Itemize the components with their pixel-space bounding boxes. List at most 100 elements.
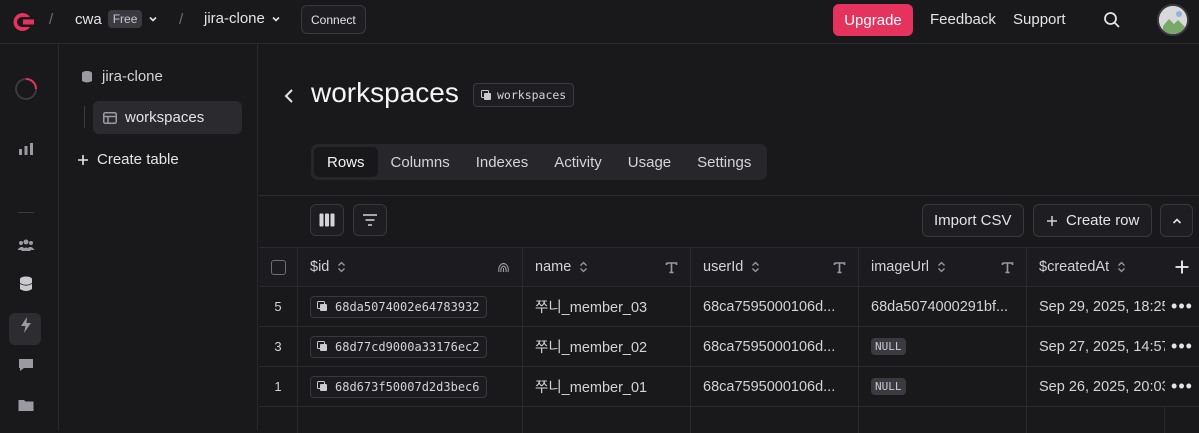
empty-cell (691, 407, 859, 433)
imageurl-cell[interactable]: NULL (859, 367, 1027, 406)
tree-database-item[interactable]: jira-clone (80, 68, 163, 85)
tab-columns[interactable]: Columns (378, 147, 463, 177)
add-column-button[interactable] (1165, 248, 1199, 286)
avatar[interactable] (1157, 4, 1189, 36)
row-id-chip[interactable]: 68da5074002e64783932 (310, 295, 487, 318)
org-name: cwa (75, 10, 102, 28)
column-header-name[interactable]: name (523, 248, 691, 286)
project-selector[interactable]: jira-clone (204, 10, 281, 27)
tab-rows[interactable]: Rows (314, 147, 378, 177)
search-icon[interactable] (1103, 11, 1121, 29)
row-menu-button[interactable]: ••• (1165, 367, 1199, 406)
table-row[interactable]: 1 68d673f50007d2d3bec6 쭈니_member_01 68ca… (259, 367, 1199, 407)
imageurl-cell[interactable]: 68da5074000291bf... (859, 287, 1027, 326)
row-number: 3 (259, 327, 298, 366)
column-header-imageurl[interactable]: imageUrl (859, 248, 1027, 286)
empty-cell (859, 407, 1027, 433)
create-row-button[interactable]: Create row (1033, 204, 1153, 237)
column-header-label: $id (310, 259, 330, 275)
text-type-icon (833, 262, 846, 274)
support-link[interactable]: Support (1013, 11, 1066, 28)
create-table-label: Create table (97, 151, 179, 168)
tree-table-item-workspaces[interactable]: workspaces (93, 101, 242, 134)
table-id-text: workspaces (497, 88, 567, 102)
chevron-left-icon[interactable] (282, 87, 296, 105)
sort-icon[interactable] (1117, 261, 1126, 273)
table-row[interactable]: 5 68da5074002e64783932 쭈니_member_03 68ca… (259, 287, 1199, 327)
loading-spinner-icon (15, 78, 37, 100)
folder-icon[interactable] (17, 396, 35, 414)
plus-icon (1047, 215, 1057, 226)
breadcrumb-separator: / (179, 11, 184, 28)
sort-icon[interactable] (751, 261, 760, 273)
copy-icon (317, 381, 327, 391)
userid-cell[interactable]: 68ca7595000106d... (691, 327, 859, 366)
row-number: 5 (259, 287, 298, 326)
rail-divider (18, 212, 34, 213)
create-row-label: Create row (1066, 212, 1140, 229)
appwrite-logo-icon[interactable] (8, 8, 36, 36)
sort-icon[interactable] (579, 261, 588, 273)
columns-icon (319, 213, 335, 227)
name-cell[interactable]: 쭈니_member_03 (523, 287, 691, 326)
project-name: jira-clone (204, 10, 265, 27)
tab-indexes[interactable]: Indexes (463, 147, 542, 177)
sort-icon[interactable] (337, 261, 346, 273)
sort-icon[interactable] (937, 261, 946, 273)
top-bar: / cwa Free / jira-clone Connect Upgrade … (0, 0, 1199, 44)
name-cell[interactable]: 쭈니_member_01 (523, 367, 691, 406)
avatar-image-icon (1159, 6, 1187, 34)
database-icon (82, 70, 92, 82)
feedback-link[interactable]: Feedback (930, 11, 996, 28)
database-icon[interactable] (17, 275, 35, 293)
chevron-down-icon (149, 16, 157, 22)
columns-view-button[interactable] (310, 204, 344, 236)
chart-bar-icon[interactable] (17, 140, 35, 158)
empty-row (259, 407, 1199, 433)
filter-button[interactable] (353, 204, 387, 236)
collapse-button[interactable] (1160, 204, 1193, 237)
row-id-chip[interactable]: 68d77cd9000a33176ec2 (310, 335, 487, 358)
row-id-chip[interactable]: 68d673f50007d2d3bec6 (310, 375, 487, 398)
import-csv-button[interactable]: Import CSV (922, 204, 1024, 237)
create-table-button[interactable]: Create table (77, 151, 179, 168)
id-cell: 68d673f50007d2d3bec6 (298, 367, 523, 406)
bolt-icon[interactable] (17, 316, 35, 334)
null-badge: NULL (871, 378, 906, 395)
id-cell: 68da5074002e64783932 (298, 287, 523, 326)
table-id-chip[interactable]: workspaces (473, 83, 575, 107)
column-header-userid[interactable]: userId (691, 248, 859, 286)
users-icon[interactable] (17, 236, 35, 254)
table-header-row: $id name userId imageUrl $createdAt (259, 247, 1199, 287)
select-all-cell (259, 248, 298, 286)
row-menu-button[interactable]: ••• (1165, 287, 1199, 326)
userid-cell[interactable]: 68ca7595000106d... (691, 287, 859, 326)
table-row[interactable]: 3 68d77cd9000a33176ec2 쭈니_member_02 68ca… (259, 327, 1199, 367)
column-header-label: name (535, 259, 572, 275)
name-cell[interactable]: 쭈니_member_02 (523, 327, 691, 366)
tab-usage[interactable]: Usage (615, 147, 684, 177)
upgrade-button[interactable]: Upgrade (833, 4, 913, 36)
copy-icon (317, 341, 327, 351)
id-cell: 68d77cd9000a33176ec2 (298, 327, 523, 366)
empty-cell (523, 407, 691, 433)
column-header-label: userId (703, 259, 744, 275)
tree-table-label: workspaces (125, 109, 205, 126)
row-id-text: 68d673f50007d2d3bec6 (335, 379, 480, 394)
plus-icon (78, 154, 88, 165)
row-id-text: 68d77cd9000a33176ec2 (335, 339, 480, 354)
copy-icon (481, 89, 491, 100)
row-menu-button[interactable]: ••• (1165, 327, 1199, 366)
tab-settings[interactable]: Settings (684, 147, 764, 177)
imageurl-cell[interactable]: NULL (859, 327, 1027, 366)
text-type-icon (1001, 262, 1014, 274)
chat-icon[interactable] (17, 356, 35, 374)
header-divider (259, 195, 1199, 196)
tree-connector (84, 106, 85, 128)
select-all-checkbox[interactable] (270, 259, 286, 275)
column-header-id[interactable]: $id (298, 248, 523, 286)
userid-cell[interactable]: 68ca7595000106d... (691, 367, 859, 406)
connect-button[interactable]: Connect (301, 5, 366, 34)
org-selector[interactable]: cwa Free (75, 10, 158, 28)
tab-activity[interactable]: Activity (541, 147, 615, 177)
